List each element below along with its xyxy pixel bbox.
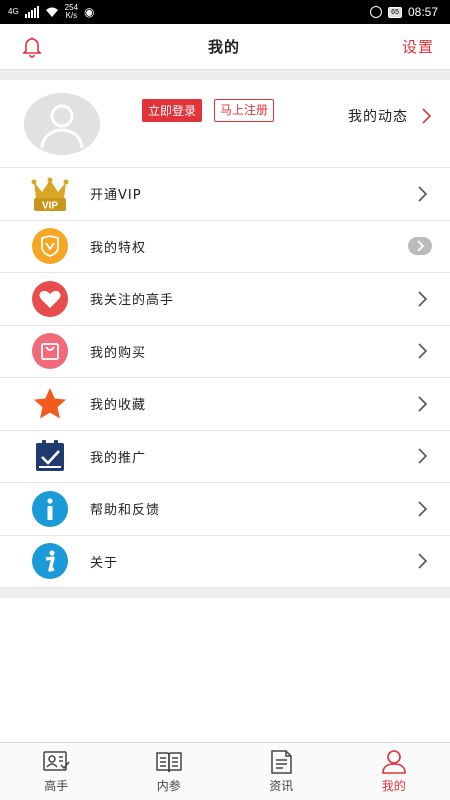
menu-item-label: 我的购买 [90, 345, 147, 361]
tab-label: 内参 [156, 779, 181, 793]
chevron-right-icon [418, 343, 428, 359]
menu-item-label: 帮助和反馈 [90, 503, 161, 519]
network-type: 4G [8, 7, 19, 16]
my-dynamic-link[interactable]: 我的动态 [348, 106, 432, 126]
section-divider [0, 588, 450, 598]
menu-list: VIP 开通VIP 我的特权 我关注的高手 我的购买 我的收藏 我的推广 帮助和… [0, 168, 450, 588]
avatar[interactable] [24, 92, 100, 155]
menu-item-label: 我关注的高手 [90, 293, 175, 309]
menu-item-label: 我的特权 [90, 240, 147, 256]
menu-item-label: 我的推广 [90, 450, 147, 466]
menu-item-privilege[interactable]: 我的特权 [0, 221, 450, 273]
news-icon [271, 750, 292, 774]
tab-mine[interactable]: 我的 [338, 743, 450, 800]
menu-item-vip[interactable]: VIP 开通VIP [0, 168, 450, 221]
shopping-bag-icon [30, 331, 70, 371]
menu-item-help-feedback[interactable]: 帮助和反馈 [0, 483, 450, 536]
chevron-right-icon [418, 448, 428, 464]
tab-news[interactable]: 资讯 [225, 743, 338, 800]
menu-item-label: 开通VIP [90, 188, 142, 204]
default-avatar-icon [40, 104, 84, 148]
my-dynamic-label: 我的动态 [348, 109, 408, 125]
profile-page: 4G 254 K/s ◉ 65 08:57 我的 设置 立即登录 马上注册 我的… [0, 0, 450, 800]
chevron-right-icon [418, 501, 428, 517]
tab-experts[interactable]: 高手 [0, 743, 113, 800]
info-icon [30, 489, 70, 529]
profile-section: 立即登录 马上注册 我的动态 [0, 80, 450, 168]
menu-item-purchases[interactable]: 我的购买 [0, 326, 450, 378]
signal-icon [24, 6, 39, 18]
network-indicator: 4G [8, 8, 19, 16]
battery-icon: 65 [388, 6, 402, 18]
wifi-icon [45, 7, 58, 17]
network-speed: 254 K/s [64, 3, 79, 20]
chevron-right-icon [418, 186, 428, 202]
chevron-right-icon [422, 108, 432, 124]
register-button[interactable]: 马上注册 [214, 99, 275, 122]
star-icon [30, 384, 70, 424]
tab-label: 高手 [44, 779, 69, 793]
menu-item-followed-experts[interactable]: 我关注的高手 [0, 273, 450, 326]
menu-item-promotion[interactable]: 我的推广 [0, 431, 450, 483]
info-icon [30, 541, 70, 581]
status-bar: 4G 254 K/s ◉ 65 08:57 [0, 0, 450, 24]
page-title: 我的 [207, 38, 240, 56]
chevron-right-icon [418, 291, 428, 307]
user-icon [381, 750, 406, 774]
privilege-shield-icon [30, 226, 70, 266]
chevron-right-icon [418, 553, 428, 569]
login-button[interactable]: 立即登录 [142, 99, 203, 122]
top-header: 我的 设置 [0, 24, 450, 70]
book-icon [156, 752, 182, 773]
eye-icon: ◉ [84, 5, 95, 19]
menu-item-label: 我的收藏 [90, 398, 147, 414]
notification-bell-icon[interactable] [18, 33, 46, 61]
tab-label: 资讯 [269, 779, 294, 793]
alarm-icon [370, 6, 383, 18]
heart-icon [30, 279, 70, 319]
section-divider [0, 70, 450, 80]
settings-button[interactable]: 设置 [402, 36, 434, 57]
menu-item-favorites[interactable]: 我的收藏 [0, 378, 450, 431]
chevron-right-circle-icon [408, 237, 432, 256]
clipboard-check-icon [30, 436, 70, 476]
bottom-tab-bar: 高手 内参 资讯 我的 [0, 742, 450, 800]
svg-text:VIP: VIP [42, 200, 58, 211]
expert-icon [43, 751, 70, 771]
status-time: 08:57 [407, 5, 438, 19]
vip-crown-icon: VIP [30, 174, 70, 214]
tab-label: 我的 [381, 779, 406, 793]
menu-item-about[interactable]: 关于 [0, 536, 450, 588]
menu-item-label: 关于 [90, 555, 119, 571]
chevron-right-icon [418, 396, 428, 412]
tab-insider[interactable]: 内参 [113, 743, 226, 800]
